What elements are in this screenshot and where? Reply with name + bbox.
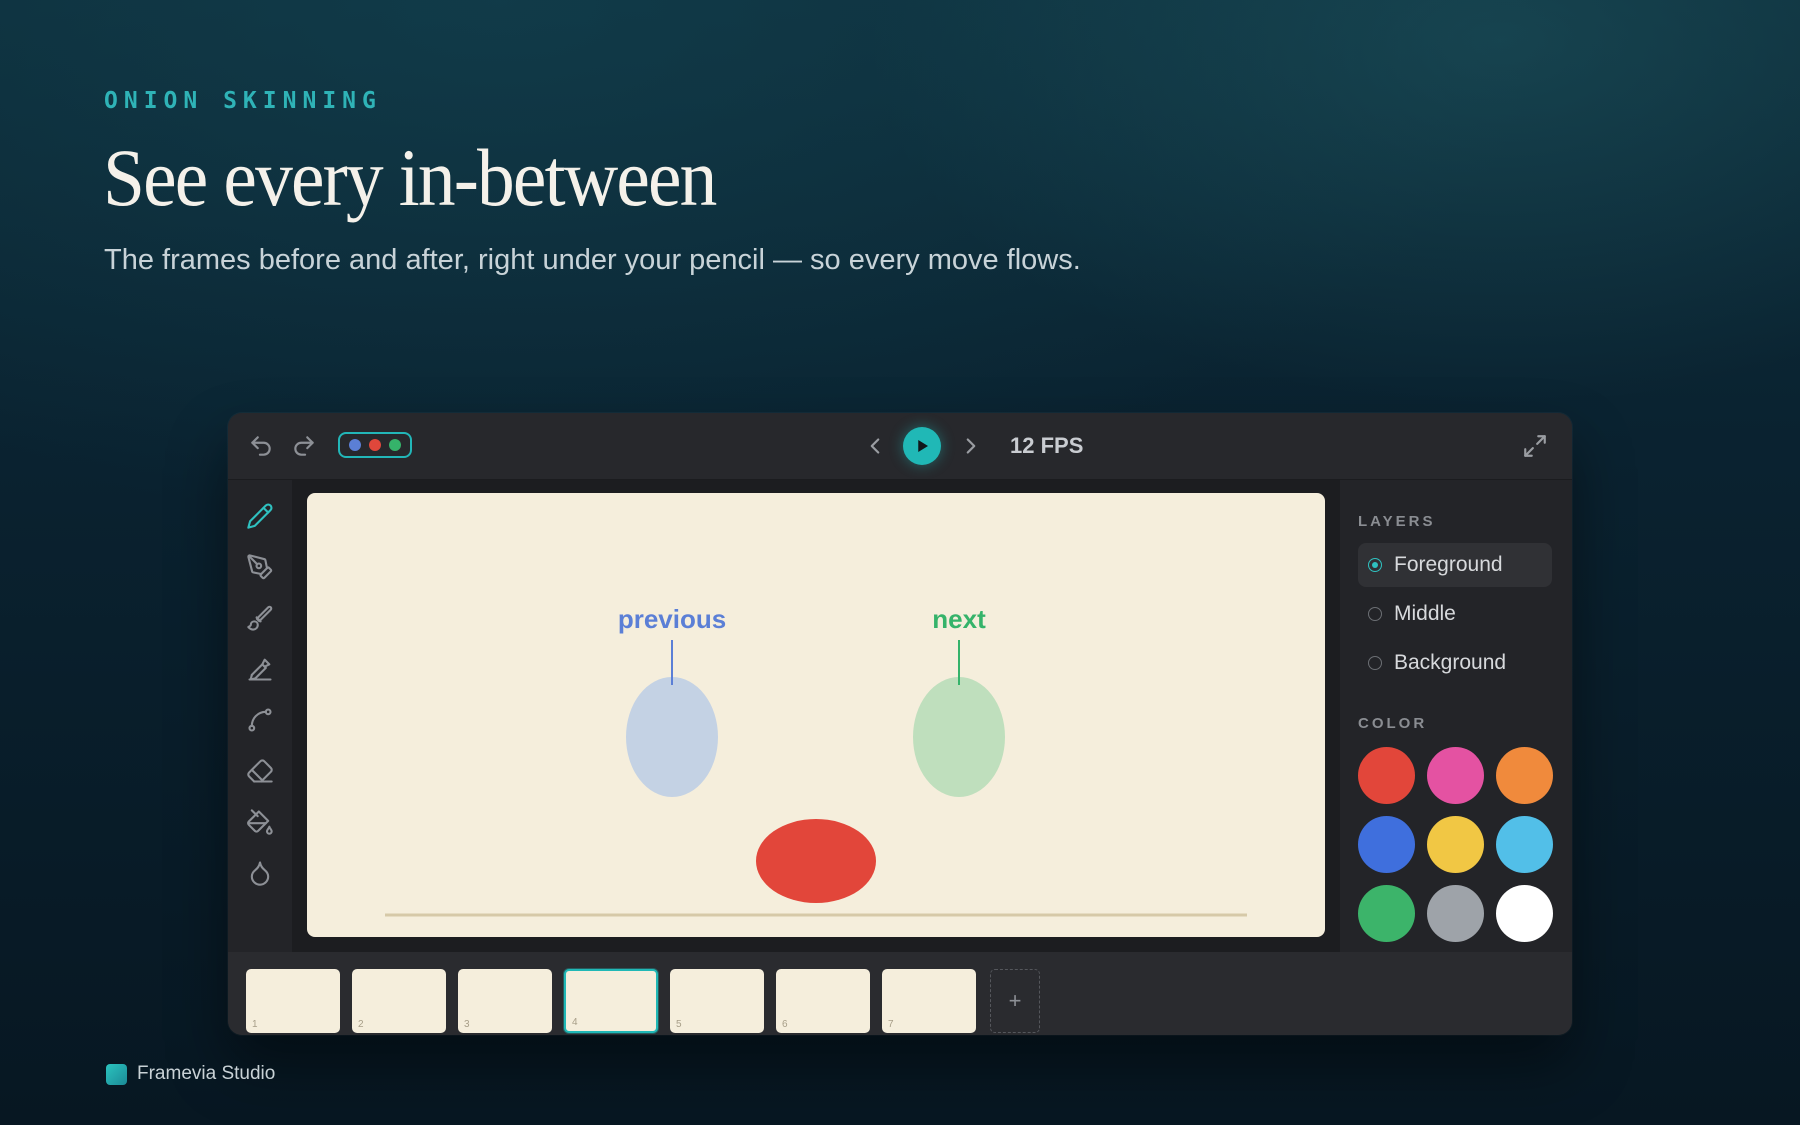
onion-skin-toggle[interactable] <box>338 432 412 458</box>
frame-number: 7 <box>888 1019 894 1030</box>
frame-number: 1 <box>252 1019 258 1030</box>
curve-icon[interactable] <box>246 706 274 734</box>
brush-icon[interactable] <box>246 604 274 632</box>
color-swatch[interactable] <box>1427 747 1484 804</box>
drawing-canvas[interactable]: previous next <box>307 493 1325 937</box>
eyebrow-label: ONION SKINNING <box>104 88 382 114</box>
layer-radio <box>1368 558 1382 572</box>
timeline-frame[interactable]: 1 <box>246 969 340 1033</box>
onion-ghost-previous <box>626 677 718 797</box>
frame-number: 6 <box>782 1019 788 1030</box>
fullscreen-icon[interactable] <box>1522 433 1548 459</box>
color-swatch[interactable] <box>1496 747 1553 804</box>
color-swatch[interactable] <box>1427 885 1484 942</box>
add-frame-button[interactable]: + <box>990 969 1040 1033</box>
timeline-frame[interactable]: 3 <box>458 969 552 1033</box>
calligraphy-icon[interactable] <box>246 655 274 683</box>
current-frame-ball <box>756 819 876 903</box>
undo-icon[interactable] <box>248 433 274 459</box>
color-swatch[interactable] <box>1358 747 1415 804</box>
onion-ghost-next <box>913 677 1005 797</box>
ink-drop-icon[interactable] <box>246 859 274 887</box>
color-swatch[interactable] <box>1427 816 1484 873</box>
fps-readout[interactable]: 12 FPS <box>1010 433 1083 459</box>
right-panel: LAYERS Foreground Middle Background COLO… <box>1340 480 1572 952</box>
color-swatch[interactable] <box>1496 816 1553 873</box>
eraser-icon[interactable] <box>246 757 274 785</box>
animation-app-window: 12 FPS previous next LAYERS Foreground M… <box>228 413 1572 1035</box>
onion-dot-previous <box>349 439 361 451</box>
frame-number: 3 <box>464 1019 470 1030</box>
tool-rail <box>228 480 292 952</box>
timeline-frame[interactable]: 7 <box>882 969 976 1033</box>
page-title: See every in-between <box>103 132 717 223</box>
play-button[interactable] <box>903 427 941 465</box>
layer-label: Background <box>1394 651 1507 674</box>
frame-number: 4 <box>572 1017 578 1028</box>
layer-background[interactable]: Background <box>1358 641 1552 685</box>
top-toolbar: 12 FPS <box>228 413 1572 480</box>
layer-radio <box>1368 656 1382 670</box>
fill-icon[interactable] <box>246 808 274 836</box>
play-icon <box>918 440 928 452</box>
onion-dot-current <box>369 439 381 451</box>
brand-footer: Framevia Studio <box>106 1063 275 1085</box>
next-label: next <box>932 604 986 634</box>
layer-label: Middle <box>1394 602 1456 625</box>
brand-name: Framevia Studio <box>137 1063 276 1084</box>
layer-middle[interactable]: Middle <box>1358 592 1552 636</box>
redo-icon[interactable] <box>291 433 317 459</box>
color-swatch[interactable] <box>1358 885 1415 942</box>
page-subtitle: The frames before and after, right under… <box>104 244 1081 276</box>
prev-frame-button[interactable] <box>862 433 888 459</box>
color-swatch[interactable] <box>1358 816 1415 873</box>
onion-dot-next <box>389 439 401 451</box>
timeline-frame[interactable]: 4 <box>564 969 658 1033</box>
pencil-icon[interactable] <box>246 502 274 530</box>
color-swatch[interactable] <box>1496 885 1553 942</box>
layers-title: LAYERS <box>1358 513 1436 530</box>
layer-foreground[interactable]: Foreground <box>1358 543 1552 587</box>
next-frame-button[interactable] <box>958 433 984 459</box>
timeline-frame[interactable]: 6 <box>776 969 870 1033</box>
timeline-frame[interactable]: 2 <box>352 969 446 1033</box>
frame-timeline: 1 2 3 4 5 6 7 + <box>228 952 1572 1035</box>
frame-number: 5 <box>676 1019 682 1030</box>
previous-label: previous <box>618 604 726 634</box>
layer-label: Foreground <box>1394 553 1503 576</box>
color-title: COLOR <box>1358 715 1428 732</box>
brand-logo <box>106 1063 127 1085</box>
layer-radio <box>1368 607 1382 621</box>
timeline-frame[interactable]: 5 <box>670 969 764 1033</box>
frame-number: 2 <box>358 1019 364 1030</box>
pen-icon[interactable] <box>246 553 274 581</box>
